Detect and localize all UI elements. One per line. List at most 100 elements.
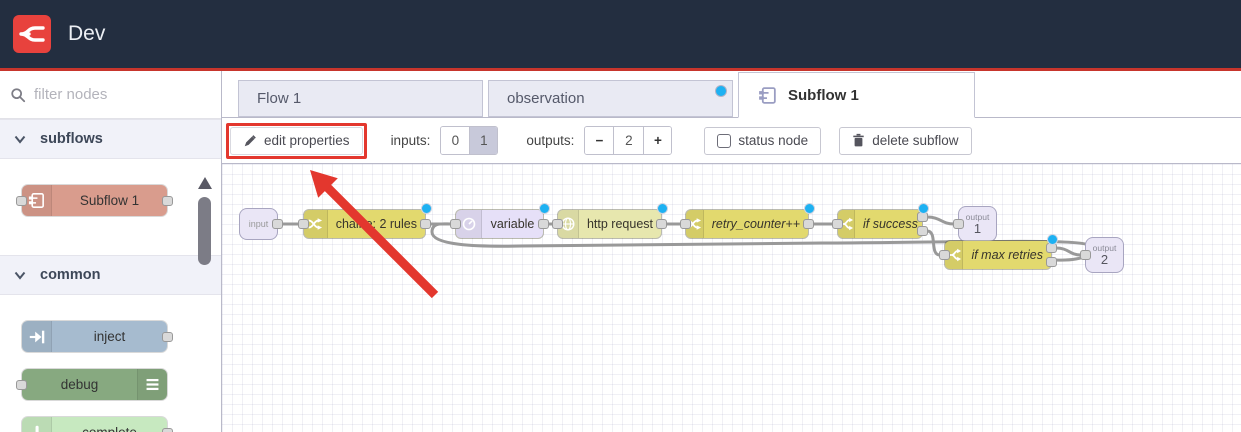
node-input-port[interactable]: [16, 195, 27, 206]
palette-node-label: inject: [93, 329, 126, 344]
node-input-port[interactable]: [1080, 250, 1091, 260]
outputs-increase-button[interactable]: +: [643, 127, 672, 154]
palette-search-row: [0, 71, 221, 119]
node-input-port[interactable]: [298, 219, 309, 229]
tab-subflow-1[interactable]: Subflow 1: [738, 72, 975, 118]
node-input-port[interactable]: [16, 379, 27, 390]
subflow-output-2-node[interactable]: output 2: [1080, 238, 1123, 272]
node-output-port[interactable]: [420, 219, 431, 229]
output-number: 2: [1100, 251, 1109, 267]
node-label: retry_counter++: [711, 217, 800, 231]
node-red-logo-icon[interactable]: [13, 15, 51, 53]
flow-canvas[interactable]: input chaine: 2 rules variable http requ…: [222, 164, 1241, 432]
outputs-label: outputs:: [526, 133, 575, 148]
palette-node-debug[interactable]: debug: [16, 369, 167, 400]
flow-tabbar: Flow 1 observation Subflow 1: [222, 71, 1241, 118]
palette-node-subflow-1[interactable]: Subflow 1: [16, 185, 173, 216]
node-output-port[interactable]: [162, 195, 173, 206]
node-output-port-2[interactable]: [1046, 257, 1057, 267]
output-number: 1: [973, 220, 982, 236]
tab-label: Subflow 1: [788, 86, 859, 104]
changed-indicator-dot: [1047, 234, 1058, 245]
subflow-toolbar: edit properties inputs: 0 1 outputs: − 2…: [222, 118, 1241, 164]
common-section-body: inject debug: [0, 295, 221, 432]
node-label: chaine: 2 rules: [335, 217, 417, 231]
node-output-port[interactable]: [656, 219, 667, 229]
node-output-port[interactable]: [162, 331, 173, 342]
button-label: status node: [738, 133, 809, 148]
node-switch-chaine[interactable]: chaine: 2 rules: [298, 203, 432, 238]
changed-indicator-dot: [804, 203, 815, 214]
changed-indicator-dot: [657, 203, 668, 214]
node-variable[interactable]: variable: [450, 203, 550, 238]
node-input-port[interactable]: [450, 219, 461, 229]
node-palette: subflows Subflow 1 common inject debug: [0, 119, 221, 432]
tab-flow-1[interactable]: Flow 1: [238, 80, 483, 117]
status-node-toggle[interactable]: status node: [704, 126, 822, 155]
node-retry-counter[interactable]: retry_counter++: [680, 203, 815, 238]
section-label: subflows: [40, 131, 103, 147]
palette-scrollbar[interactable]: [197, 177, 212, 265]
wire: [925, 215, 956, 226]
palette-sidebar: subflows Subflow 1: [0, 71, 222, 432]
node-input-port[interactable]: [832, 219, 843, 229]
node-output-port[interactable]: [538, 219, 549, 229]
scrollbar-thumb[interactable]: [198, 197, 211, 265]
wires-layer: [280, 215, 1093, 262]
tab-label: observation: [507, 90, 585, 107]
chevron-down-icon: [14, 135, 26, 144]
subflow-input-node[interactable]: input: [240, 209, 283, 239]
palette-node-label: Subflow 1: [79, 193, 140, 208]
red-annotation-box: edit properties: [226, 122, 367, 159]
inputs-segmented-control: 0 1: [440, 126, 499, 155]
search-icon: [11, 87, 26, 102]
subflows-section-body: Subflow 1: [0, 159, 221, 255]
logo-glyph: [19, 26, 45, 42]
node-label: variable: [490, 217, 535, 231]
subflow-tab-icon: [757, 85, 778, 106]
palette-section-subflows[interactable]: subflows: [0, 119, 221, 159]
pencil-icon: [244, 134, 256, 146]
app-header: Dev: [0, 0, 1241, 71]
changed-indicator-dot: [421, 203, 432, 214]
search-input[interactable]: [34, 86, 184, 103]
node-input-port[interactable]: [552, 219, 563, 229]
red-annotation-arrow: [310, 170, 439, 299]
edit-properties-button[interactable]: edit properties: [230, 126, 363, 155]
node-input-port[interactable]: [680, 219, 691, 229]
subflow-output-1-node[interactable]: output 1: [953, 207, 996, 241]
node-red-app: Dev subflows: [0, 0, 1241, 432]
node-http-request[interactable]: http request: [552, 203, 668, 238]
app-title: Dev: [68, 22, 106, 45]
palette-section-common[interactable]: common: [0, 255, 221, 295]
palette-node-complete[interactable]: complete: [22, 417, 173, 432]
palette-node-inject[interactable]: inject: [22, 321, 173, 352]
tab-observation[interactable]: observation: [488, 80, 733, 117]
node-output-port[interactable]: [162, 427, 173, 432]
node-label: if success: [863, 217, 918, 231]
inputs-option-1[interactable]: 1: [469, 127, 498, 154]
node-output-port-2[interactable]: [917, 226, 928, 236]
delete-subflow-button[interactable]: delete subflow: [839, 126, 972, 155]
scroll-up-arrow[interactable]: [197, 177, 212, 189]
node-label: input: [248, 218, 269, 229]
inject-icon: [22, 321, 52, 352]
node-output-port[interactable]: [803, 219, 814, 229]
modified-indicator-dot: [715, 85, 727, 97]
node-input-port[interactable]: [939, 250, 950, 260]
outputs-decrease-button[interactable]: −: [585, 127, 614, 154]
node-if-max-retries[interactable]: if max retries: [939, 234, 1058, 269]
node-if-success[interactable]: if success: [832, 203, 929, 238]
changed-indicator-dot: [539, 203, 550, 214]
button-label: delete subflow: [872, 133, 959, 148]
outputs-value[interactable]: 2: [613, 127, 644, 154]
tab-label: Flow 1: [257, 90, 302, 107]
chevron-down-icon: [14, 271, 26, 280]
button-label: edit properties: [264, 133, 350, 148]
inputs-option-0[interactable]: 0: [441, 127, 470, 154]
node-label: http request: [586, 217, 653, 231]
status-node-checkbox[interactable]: [717, 133, 732, 148]
node-output-port[interactable]: [272, 219, 283, 229]
node-label: if max retries: [971, 248, 1043, 262]
node-input-port[interactable]: [953, 219, 964, 229]
